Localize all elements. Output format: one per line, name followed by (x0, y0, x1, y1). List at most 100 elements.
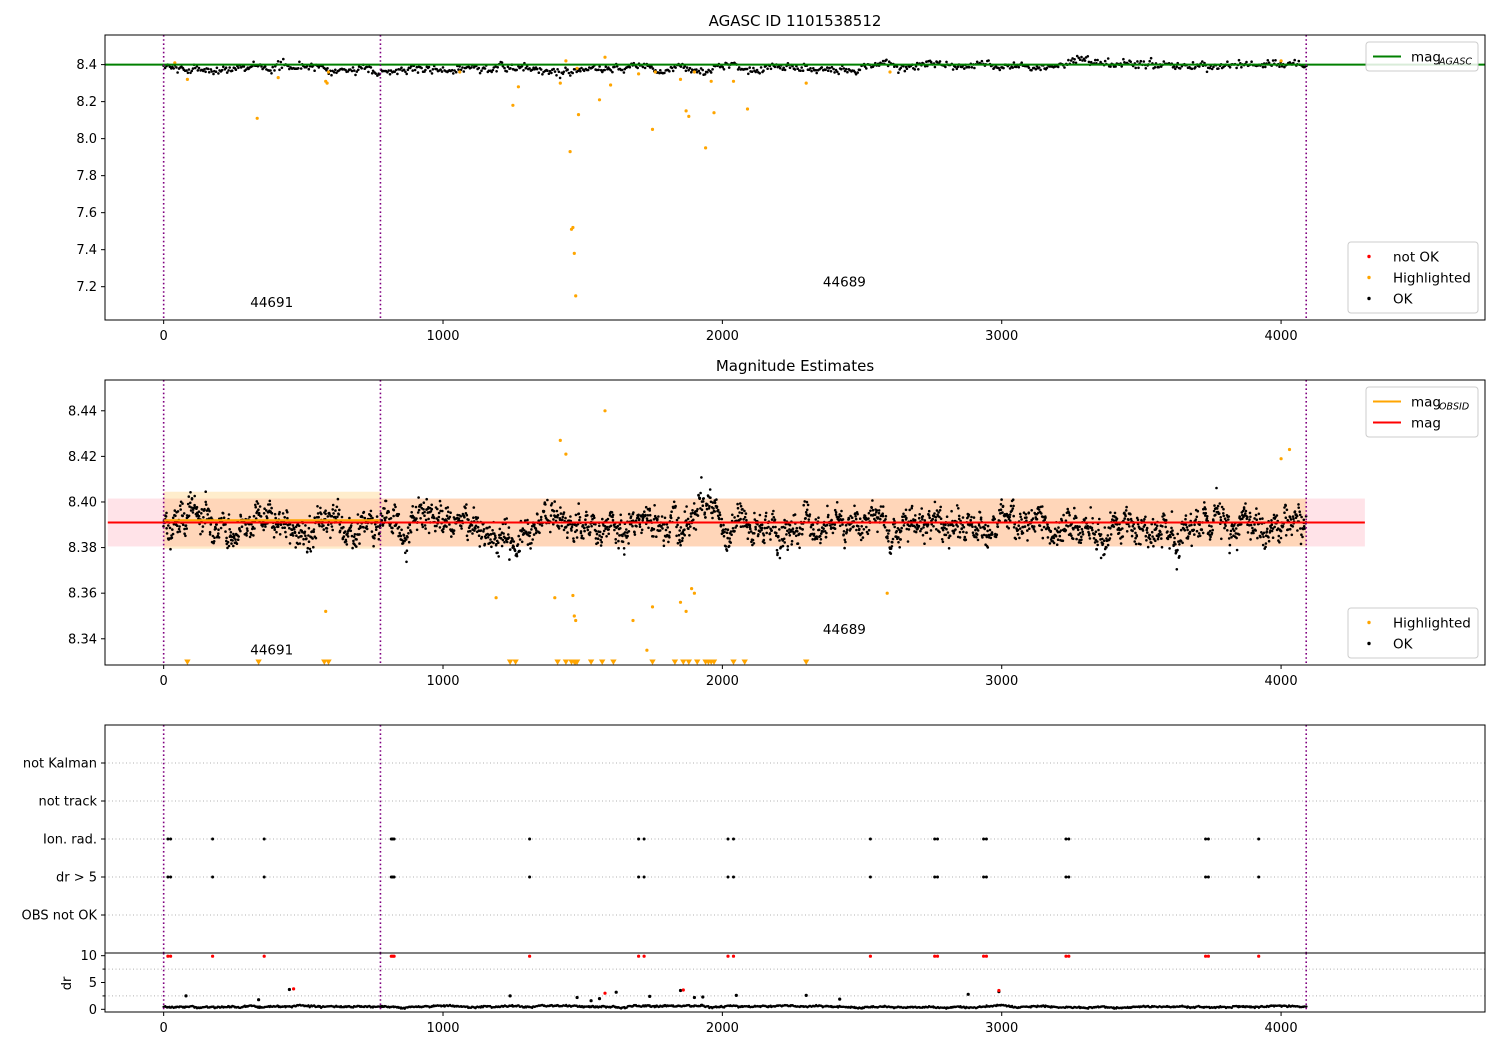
data-point (1194, 518, 1198, 521)
data-point (1184, 514, 1188, 517)
data-point (230, 69, 234, 72)
data-point (1208, 538, 1212, 541)
data-point (427, 517, 430, 521)
data-point (1008, 515, 1011, 519)
data-point (422, 508, 425, 511)
data-point (1267, 61, 1271, 64)
data-point (587, 525, 590, 528)
data-point (571, 593, 575, 598)
data-point (991, 533, 994, 536)
data-point (631, 618, 635, 623)
data-point (1011, 507, 1015, 510)
data-point (611, 513, 615, 517)
flag-point (1206, 875, 1210, 879)
data-point (1181, 541, 1184, 545)
data-point (575, 536, 579, 539)
data-point (1076, 528, 1080, 532)
data-point (1012, 61, 1016, 64)
data-point (692, 518, 695, 522)
data-point (278, 510, 281, 514)
data-point (1045, 66, 1049, 70)
data-point (891, 537, 895, 541)
data-point (491, 68, 495, 72)
flag-point (211, 837, 215, 841)
data-point (611, 70, 614, 74)
data-point (1201, 60, 1204, 63)
flag-point (528, 837, 532, 841)
data-point (357, 68, 360, 72)
data-point (852, 525, 855, 528)
data-point (690, 587, 694, 591)
data-point (899, 529, 903, 533)
data-point (668, 536, 671, 539)
data-point (352, 535, 356, 538)
data-point (1042, 525, 1046, 529)
data-point (1184, 517, 1187, 521)
data-point (958, 530, 962, 534)
data-point (1018, 512, 1022, 516)
data-point (617, 546, 620, 550)
data-point (623, 553, 626, 556)
data-point (387, 510, 391, 514)
data-point (1258, 517, 1262, 521)
data-point (678, 600, 683, 604)
legend: magOBSIDmag (1365, 386, 1479, 438)
data-point (1075, 516, 1078, 519)
data-point (319, 506, 322, 510)
data-point (405, 549, 409, 552)
data-point (515, 68, 518, 72)
data-point (505, 517, 509, 520)
data-point (662, 539, 665, 542)
data-point (1052, 536, 1056, 540)
data-point (1164, 525, 1167, 529)
data-point (1190, 544, 1193, 548)
data-point (1234, 527, 1238, 530)
data-point (582, 537, 585, 540)
data-point (1002, 66, 1005, 70)
data-point (1215, 486, 1218, 490)
data-point (507, 526, 511, 529)
data-point (308, 514, 312, 518)
data-point (1175, 568, 1179, 571)
data-point (1295, 514, 1299, 518)
data-point (971, 531, 975, 534)
data-point (518, 538, 522, 541)
data-point (264, 525, 267, 528)
flag-point (732, 875, 735, 879)
data-point (346, 535, 350, 538)
data-point (529, 547, 532, 550)
data-point (559, 506, 562, 509)
data-point (176, 530, 179, 534)
data-point (1119, 542, 1123, 545)
data-point (786, 548, 789, 551)
data-point (572, 537, 575, 540)
data-point (1175, 65, 1178, 68)
data-point (954, 528, 957, 531)
data-point (736, 502, 739, 506)
data-point (1302, 518, 1306, 522)
data-point (890, 545, 894, 548)
data-point (893, 525, 896, 529)
data-point (271, 65, 275, 69)
data-point (1109, 533, 1113, 536)
data-point (770, 529, 773, 532)
data-point (353, 533, 357, 536)
data-point (255, 116, 259, 120)
data-point (1222, 512, 1225, 515)
data-point (1001, 511, 1004, 514)
data-point (733, 529, 736, 533)
data-point (284, 535, 288, 539)
data-point (674, 66, 677, 69)
data-point (207, 71, 211, 74)
data-point (1189, 512, 1193, 516)
data-point (781, 544, 785, 548)
data-point (212, 72, 215, 76)
data-point (619, 519, 623, 522)
data-point (1270, 523, 1274, 526)
data-point (987, 59, 990, 62)
data-point (498, 527, 502, 531)
data-point (534, 531, 538, 535)
data-point (197, 514, 201, 518)
data-point (745, 525, 749, 529)
data-point (1026, 539, 1029, 542)
